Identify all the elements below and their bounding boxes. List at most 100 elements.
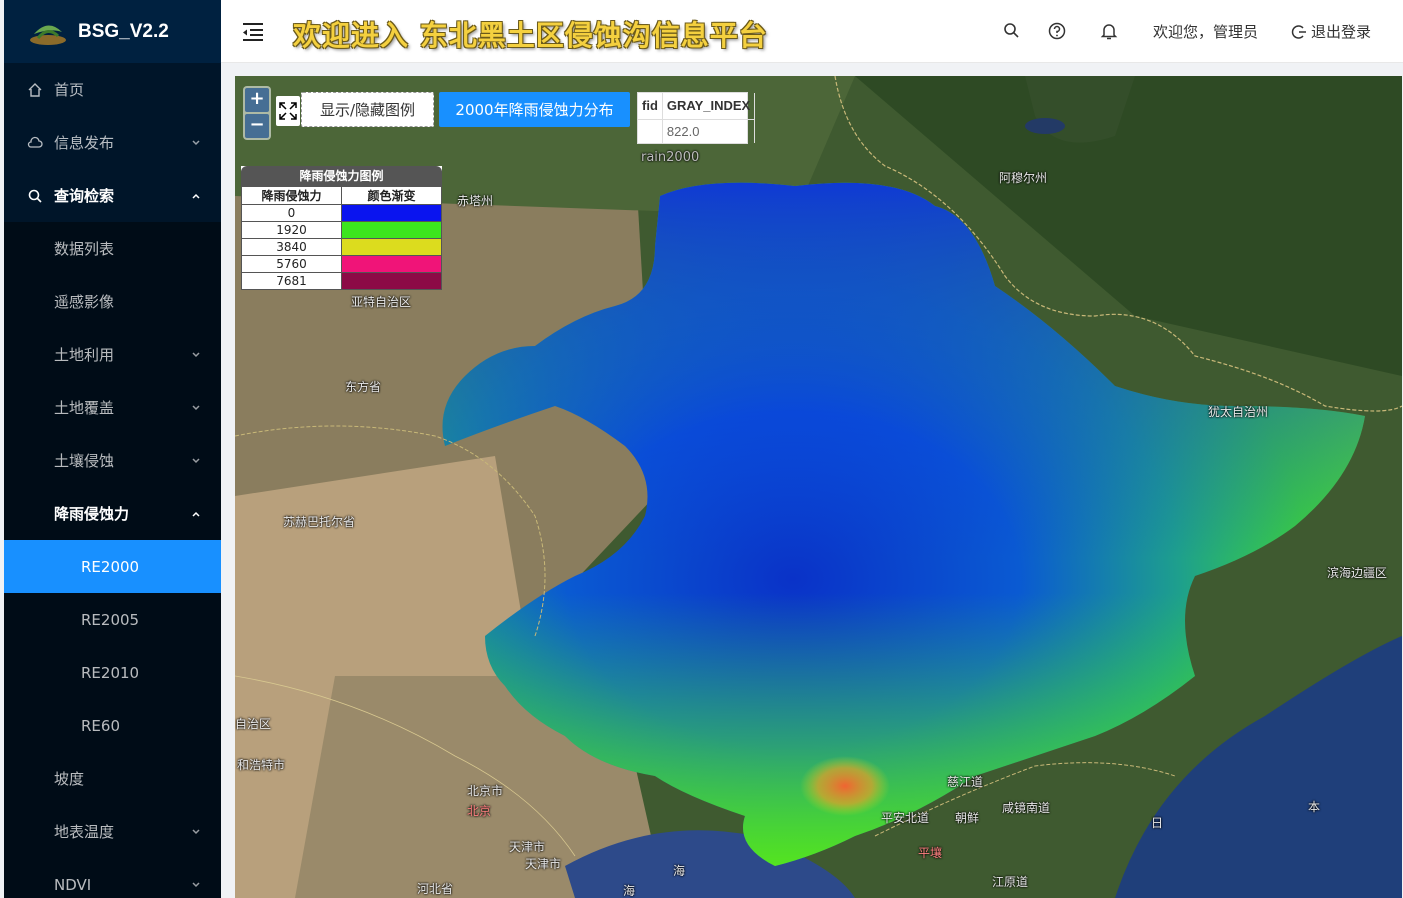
sidebar-item-rainfall-erosivity[interactable]: 降雨侵蚀力 xyxy=(4,487,221,540)
sidebar-item-home[interactable]: 首页 xyxy=(4,63,221,116)
place-label: 北京 xyxy=(467,804,492,818)
attr-col-fid: fid xyxy=(638,93,663,120)
sidebar-item-label: RE2000 xyxy=(81,557,140,576)
sidebar-item-slope[interactable]: 坡度 xyxy=(4,752,221,805)
page-title: 欢迎进入 东北黑土区侵蚀沟信息平台 xyxy=(293,19,768,52)
legend-header-value: 降雨侵蚀力 xyxy=(241,186,342,205)
legend-header-color: 颜色渐变 xyxy=(341,186,442,205)
chevron-up-icon xyxy=(192,511,200,517)
sidebar-item-label: 查询检索 xyxy=(54,187,115,205)
map-view[interactable]: + − 显示/隐藏图例 2000年降雨侵蚀力分布 fid GRAY_INDEX … xyxy=(235,76,1402,898)
chevron-down-icon xyxy=(192,351,200,357)
sidebar-item-label: 遥感影像 xyxy=(54,293,115,311)
logout-button[interactable]: 退出登录 xyxy=(1291,21,1371,42)
legend-title: 降雨侵蚀力图例 xyxy=(241,166,442,186)
sidebar-item-re2010[interactable]: RE2010 xyxy=(4,646,221,699)
welcome-text: 欢迎您，管理员 xyxy=(1153,23,1259,41)
legend-swatch xyxy=(341,272,442,290)
sidebar-item-info-publish[interactable]: 信息发布 xyxy=(4,116,221,169)
place-label: 平壤 xyxy=(918,846,943,860)
legend-row: 1920 xyxy=(241,221,442,239)
sidebar-item-label: 数据列表 xyxy=(54,240,115,258)
help-icon[interactable] xyxy=(1046,20,1068,42)
legend-value: 3840 xyxy=(241,238,342,256)
layer-label: rain2000 xyxy=(641,150,700,165)
place-label: 亚特自治区 xyxy=(351,295,412,309)
legend-swatch xyxy=(341,204,442,222)
sidebar-item-remote-sensing[interactable]: 遥感影像 xyxy=(4,275,221,328)
zoom-in-button[interactable]: + xyxy=(245,88,269,112)
feature-info-table: fid GRAY_INDEX 822.0 xyxy=(637,92,756,144)
sidebar-item-re2000[interactable]: RE2000 xyxy=(4,540,221,593)
sidebar-item-land-use[interactable]: 土地利用 xyxy=(4,328,221,381)
sidebar-item-label: 地表温度 xyxy=(54,823,115,841)
place-label: 天津市 xyxy=(525,857,562,871)
sidebar-item-soil-erosion[interactable]: 土壤侵蚀 xyxy=(4,434,221,487)
sidebar-item-label: RE2005 xyxy=(81,610,140,629)
sidebar-item-ndvi[interactable]: NDVI xyxy=(4,858,221,898)
chevron-down-icon xyxy=(192,404,200,410)
toggle-legend-button[interactable]: 显示/隐藏图例 xyxy=(301,92,434,127)
sidebar-item-label: 土地利用 xyxy=(54,346,115,364)
menu-fold-icon[interactable] xyxy=(241,20,265,44)
legend-row: 7681 xyxy=(241,272,442,290)
place-label: 自治区 xyxy=(235,717,272,731)
attr-col-gray-index: GRAY_INDEX xyxy=(662,93,756,120)
cloud-icon xyxy=(26,134,44,152)
layer-title-button[interactable]: 2000年降雨侵蚀力分布 xyxy=(439,92,630,127)
tree-logo-icon xyxy=(30,24,66,45)
chevron-down-icon xyxy=(192,881,200,887)
sidebar-item-surface-temp[interactable]: 地表温度 xyxy=(4,805,221,858)
zoom-out-button[interactable]: − xyxy=(245,114,269,138)
place-label: 慈江道 xyxy=(947,775,984,789)
sidebar: BSG_V2.2 首页 信息发布 查询检索 数据列表 遥感影像 土地利用 土地覆… xyxy=(4,0,221,898)
sidebar-item-label: 首页 xyxy=(54,81,85,99)
legend-value: 7681 xyxy=(241,272,342,290)
sidebar-item-label: 信息发布 xyxy=(54,134,115,152)
place-label: 苏赫巴托尔省 xyxy=(283,515,356,529)
sidebar-item-label: RE60 xyxy=(81,716,120,735)
place-label: 海 xyxy=(673,864,686,878)
rainfall-legend: 降雨侵蚀力图例 降雨侵蚀力 颜色渐变 0 1920 3840 5760 7681 xyxy=(241,166,442,290)
search-icon[interactable] xyxy=(1001,20,1023,42)
legend-swatch xyxy=(341,238,442,256)
place-label: 本 xyxy=(1308,800,1321,814)
fullscreen-button[interactable] xyxy=(276,96,300,126)
legend-value: 0 xyxy=(241,204,342,222)
place-label: 赤塔州 xyxy=(457,194,494,208)
place-label: 滨海边疆区 xyxy=(1327,566,1388,580)
logout-icon xyxy=(1291,24,1306,39)
sidebar-item-label: 坡度 xyxy=(54,770,85,788)
place-label: 东方省 xyxy=(345,380,382,394)
attr-val-fid xyxy=(638,119,663,143)
place-label: 朝鲜 xyxy=(955,811,980,825)
fullscreen-icon xyxy=(279,102,297,120)
sidebar-item-re2005[interactable]: RE2005 xyxy=(4,593,221,646)
sidebar-item-label: NDVI xyxy=(54,875,92,894)
legend-row: 5760 xyxy=(241,255,442,273)
bell-icon[interactable] xyxy=(1098,20,1120,42)
sidebar-item-land-cover[interactable]: 土地覆盖 xyxy=(4,381,221,434)
logout-label: 退出登录 xyxy=(1311,23,1372,41)
chevron-down-icon xyxy=(192,139,200,145)
app-logo[interactable]: BSG_V2.2 xyxy=(4,0,221,63)
zoom-control: + − xyxy=(243,86,271,140)
legend-value: 5760 xyxy=(241,255,342,273)
place-label: 日 xyxy=(1151,816,1164,830)
query-submenu: 数据列表 遥感影像 土地利用 土地覆盖 土壤侵蚀 降雨侵蚀力 RE2000 RE… xyxy=(4,222,221,898)
sidebar-item-re60[interactable]: RE60 xyxy=(4,699,221,752)
home-icon xyxy=(26,81,44,99)
place-label: 犹太自治州 xyxy=(1208,405,1269,419)
legend-swatch xyxy=(341,255,442,273)
legend-row: 0 xyxy=(241,204,442,222)
sidebar-item-data-list[interactable]: 数据列表 xyxy=(4,222,221,275)
legend-value: 1920 xyxy=(241,221,342,239)
app-name: BSG_V2.2 xyxy=(78,20,169,42)
sidebar-item-query[interactable]: 查询检索 xyxy=(4,169,221,222)
sidebar-item-label: 土地覆盖 xyxy=(54,399,115,417)
place-label: 咸镜南道 xyxy=(1002,801,1051,815)
place-label: 北京市 xyxy=(467,784,504,798)
legend-row: 3840 xyxy=(241,238,442,256)
chevron-down-icon xyxy=(192,828,200,834)
sidebar-item-label: 降雨侵蚀力 xyxy=(54,505,130,523)
